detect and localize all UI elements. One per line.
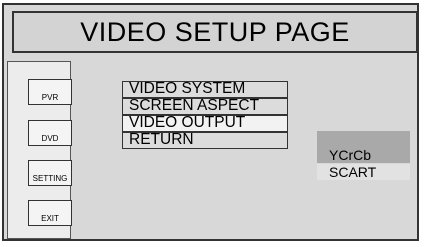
menu-item-video-system[interactable]: VIDEO SYSTEM	[122, 81, 288, 98]
menu-item-label: SCREEN ASPECT	[129, 97, 260, 114]
menu-item-label: VIDEO SYSTEM	[129, 80, 246, 97]
option-label: SCART	[329, 164, 377, 180]
menu-item-return[interactable]: RETURN	[122, 132, 288, 149]
dvd-button-label: DVD	[41, 134, 59, 143]
exit-button-label: EXIT	[41, 214, 59, 223]
menu-item-label: RETURN	[129, 131, 194, 148]
submenu-header	[317, 131, 410, 147]
menu-item-video-output[interactable]: VIDEO OUTPUT	[122, 115, 288, 132]
page-title: VIDEO SETUP PAGE	[80, 16, 350, 47]
video-output-submenu: YCrCb SCART	[317, 131, 410, 185]
dvd-button[interactable]: DVD	[28, 120, 72, 146]
setting-button[interactable]: SETTING	[28, 160, 72, 186]
sidebar: PVR DVD SETTING EXIT	[7, 61, 72, 239]
menu-item-screen-aspect[interactable]: SCREEN ASPECT	[122, 98, 288, 115]
exit-button[interactable]: EXIT	[28, 200, 72, 226]
option-label: YCrCb	[329, 147, 372, 163]
option-scart[interactable]: SCART	[317, 164, 410, 180]
menu-item-label: VIDEO OUTPUT	[129, 114, 246, 131]
option-ycrcb[interactable]: YCrCb	[317, 147, 410, 163]
pvr-button[interactable]: PVR	[28, 79, 72, 105]
page-title-bar: VIDEO SETUP PAGE	[12, 11, 418, 53]
setting-button-label: SETTING	[32, 174, 68, 183]
pvr-button-label: PVR	[41, 93, 59, 102]
